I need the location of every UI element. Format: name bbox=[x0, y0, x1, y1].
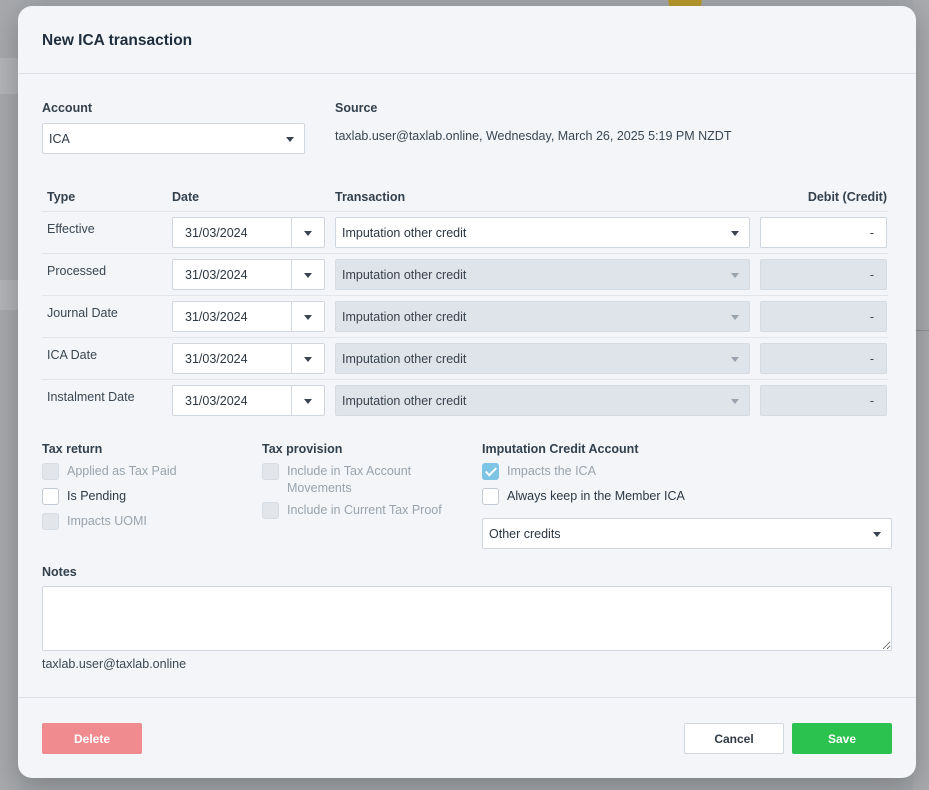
amount-value: - bbox=[869, 351, 874, 366]
amount-value: - bbox=[869, 309, 874, 324]
delete-button[interactable]: Delete bbox=[42, 723, 142, 754]
date-picker[interactable]: 31/03/2024 bbox=[172, 301, 325, 332]
column-header-date: Date bbox=[172, 190, 200, 204]
applied-as-tax-paid-checkbox bbox=[42, 463, 59, 480]
cancel-button[interactable]: Cancel bbox=[684, 723, 784, 754]
column-header-transaction: Transaction bbox=[335, 190, 406, 204]
include-tax-account-movements-label-line2: Movements bbox=[287, 481, 352, 495]
source-label: Source bbox=[335, 101, 378, 115]
chevron-down-icon[interactable] bbox=[304, 314, 312, 320]
footer-divider bbox=[18, 697, 916, 698]
chevron-down-icon[interactable] bbox=[304, 356, 312, 362]
row-divider bbox=[42, 379, 888, 380]
row-type: Instalment Date bbox=[47, 390, 135, 404]
chevron-down-icon[interactable] bbox=[304, 230, 312, 236]
account-select-value: ICA bbox=[49, 131, 70, 146]
ica-category-select[interactable]: Other credits bbox=[482, 518, 892, 549]
chevron-down-icon[interactable] bbox=[304, 272, 312, 278]
transaction-select-disabled: Imputation other credit bbox=[335, 385, 750, 416]
include-current-tax-proof-label: Include in Current Tax Proof bbox=[287, 503, 442, 517]
always-keep-member-ica-checkbox[interactable] bbox=[482, 488, 499, 505]
account-label: Account bbox=[42, 101, 92, 115]
tax-return-heading: Tax return bbox=[42, 442, 103, 456]
date-value: 31/03/2024 bbox=[185, 351, 248, 366]
amount-input-disabled: - bbox=[760, 343, 887, 374]
is-pending-label[interactable]: Is Pending bbox=[67, 488, 126, 505]
chevron-down-icon bbox=[731, 272, 739, 278]
is-pending-checkbox[interactable] bbox=[42, 488, 59, 505]
impacts-uomi-label: Impacts UOMI bbox=[67, 514, 147, 528]
amount-input-disabled: - bbox=[760, 301, 887, 332]
background-left-panel bbox=[0, 0, 20, 790]
include-tax-account-movements-label: Include in Tax Account bbox=[287, 464, 412, 478]
date-value: 31/03/2024 bbox=[185, 267, 248, 282]
impacts-ica-checkbox bbox=[482, 463, 499, 480]
date-value: 31/03/2024 bbox=[185, 225, 248, 240]
transaction-value: Imputation other credit bbox=[342, 393, 467, 408]
amount-input-disabled: - bbox=[760, 259, 887, 290]
dialog-title: New ICA transaction bbox=[42, 32, 193, 49]
always-keep-member-ica-label[interactable]: Always keep in the Member ICA bbox=[507, 488, 685, 505]
transaction-select[interactable]: Imputation other credit bbox=[335, 217, 750, 248]
row-divider bbox=[42, 253, 888, 254]
notes-author: taxlab.user@taxlab.online bbox=[42, 657, 187, 671]
row-divider bbox=[42, 211, 888, 212]
column-header-amount: Debit (Credit) bbox=[807, 190, 887, 204]
include-tax-account-movements-checkbox bbox=[262, 463, 279, 480]
transaction-select-disabled: Imputation other credit bbox=[335, 259, 750, 290]
impacts-uomi-checkbox bbox=[42, 513, 59, 530]
date-value: 31/03/2024 bbox=[185, 309, 248, 324]
transaction-value: Imputation other credit bbox=[342, 225, 467, 240]
transaction-value: Imputation other credit bbox=[342, 351, 467, 366]
account-select[interactable]: ICA bbox=[42, 123, 305, 154]
date-picker[interactable]: 31/03/2024 bbox=[172, 343, 325, 374]
amount-input[interactable]: - bbox=[760, 217, 887, 248]
amount-value: - bbox=[869, 225, 874, 240]
chevron-down-icon bbox=[286, 136, 294, 142]
row-type: Effective bbox=[47, 222, 95, 236]
row-type: Processed bbox=[47, 264, 107, 278]
column-header-type: Type bbox=[47, 190, 76, 204]
date-value: 31/03/2024 bbox=[185, 393, 248, 408]
row-divider bbox=[42, 337, 888, 338]
ica-heading: Imputation Credit Account bbox=[482, 442, 639, 456]
include-current-tax-proof-checkbox bbox=[262, 502, 279, 519]
transaction-value: Imputation other credit bbox=[342, 267, 467, 282]
chevron-down-icon bbox=[873, 531, 881, 537]
transaction-select-disabled: Imputation other credit bbox=[335, 343, 750, 374]
save-button[interactable]: Save bbox=[792, 723, 892, 754]
date-picker[interactable]: 31/03/2024 bbox=[172, 385, 325, 416]
transaction-value: Imputation other credit bbox=[342, 309, 467, 324]
impacts-ica-label: Impacts the ICA bbox=[507, 464, 596, 478]
amount-value: - bbox=[869, 393, 874, 408]
applied-as-tax-paid-label: Applied as Tax Paid bbox=[67, 464, 177, 478]
chevron-down-icon[interactable] bbox=[304, 398, 312, 404]
date-picker[interactable]: 31/03/2024 bbox=[172, 259, 325, 290]
row-type: Journal Date bbox=[47, 306, 118, 320]
row-type: ICA Date bbox=[47, 348, 98, 362]
chevron-down-icon bbox=[731, 398, 739, 404]
date-picker[interactable]: 31/03/2024 bbox=[172, 217, 325, 248]
transaction-select-disabled: Imputation other credit bbox=[335, 301, 750, 332]
dialog-header: New ICA transaction bbox=[18, 6, 916, 74]
tax-provision-heading: Tax provision bbox=[262, 442, 343, 456]
amount-input-disabled: - bbox=[760, 385, 887, 416]
notes-textarea[interactable] bbox=[42, 586, 892, 651]
row-divider bbox=[42, 295, 888, 296]
ica-category-value: Other credits bbox=[489, 526, 561, 541]
amount-value: - bbox=[869, 267, 874, 282]
source-value: taxlab.user@taxlab.online, Wednesday, Ma… bbox=[335, 129, 732, 143]
chevron-down-icon bbox=[731, 356, 739, 362]
chevron-down-icon bbox=[731, 230, 739, 236]
chevron-down-icon bbox=[731, 314, 739, 320]
notes-label: Notes bbox=[42, 565, 77, 579]
